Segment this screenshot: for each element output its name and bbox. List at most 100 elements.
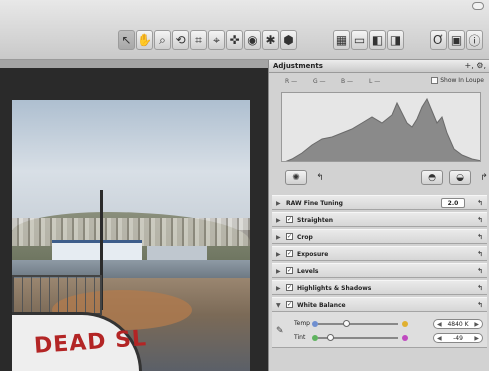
brick-label: White Balance xyxy=(297,302,346,309)
increment-arrow-icon[interactable]: ▶ xyxy=(474,320,479,329)
browser-icon[interactable]: ▣ xyxy=(448,30,465,50)
temp-slider-knob[interactable] xyxy=(343,320,350,327)
warm-dot-icon xyxy=(402,321,408,327)
straighten-icon[interactable]: ⌖ xyxy=(208,30,225,50)
brick-straighten[interactable]: ▶ ✓ Straighten ↰ xyxy=(272,212,487,227)
brick-white-balance[interactable]: ▼ ✓ White Balance ↰ xyxy=(272,297,487,312)
decrement-arrow-icon[interactable]: ◀ xyxy=(437,334,442,343)
eyedropper-icon[interactable]: ✎ xyxy=(276,325,284,336)
tool-group-edit: ↖ ✋ ⌕ ⟲ ⌗ ⌖ ✜ ◉ ✱ ⬢ xyxy=(118,30,297,52)
photo-fence xyxy=(12,275,102,315)
view-dual-icon[interactable]: ◨ xyxy=(387,30,404,50)
inspector-title: Adjustments xyxy=(273,62,323,70)
brick-reset-icon[interactable]: ↰ xyxy=(477,301,483,309)
brick-highlights-shadows[interactable]: ▶ ✓ Highlights & Shadows ↰ xyxy=(272,280,487,295)
show-in-loupe-checkbox[interactable] xyxy=(431,77,439,84)
photo-sky xyxy=(12,100,250,230)
histogram-graph xyxy=(285,97,480,161)
brick-reset-icon[interactable]: ↰ xyxy=(477,250,483,258)
lift-icon[interactable]: ⬢ xyxy=(280,30,297,50)
temp-slider[interactable] xyxy=(318,320,398,327)
histogram xyxy=(281,92,481,162)
channel-l: L — xyxy=(369,78,381,85)
brick-checkbox[interactable]: ✓ xyxy=(286,284,293,291)
view-filmstrip-icon[interactable]: ▭ xyxy=(351,30,368,50)
brick-label: Highlights & Shadows xyxy=(297,285,372,292)
crop-icon[interactable]: ⌗ xyxy=(190,30,207,50)
brick-checkbox[interactable]: ✓ xyxy=(286,250,293,257)
disclosure-triangle-icon[interactable]: ▶ xyxy=(276,217,281,224)
red-eye-icon[interactable]: ◉ xyxy=(244,30,261,50)
brick-checkbox[interactable]: ✓ xyxy=(286,233,293,240)
brick-label: RAW Fine Tuning xyxy=(286,200,343,207)
tint-label: Tint xyxy=(294,334,306,341)
reset-icon[interactable]: ↰ xyxy=(309,170,331,185)
tint-slider[interactable] xyxy=(318,334,398,341)
spot-patch-icon[interactable]: ✱ xyxy=(262,30,279,50)
brick-checkbox[interactable]: ✓ xyxy=(286,301,293,308)
white-balance-controls: ✎ Temp ◀ 4840 K ▶ Tint ◀ -49 ▶ xyxy=(272,312,487,348)
inspector-header: Adjustments +, ⚙, xyxy=(269,60,489,73)
zoom-glass-icon[interactable]: ⌕ xyxy=(154,30,171,50)
pan-hand-icon[interactable]: ✋ xyxy=(136,30,153,50)
tint-value: -49 xyxy=(453,335,463,342)
view-grid-icon[interactable]: ▦ xyxy=(333,30,350,50)
temp-value-field[interactable]: ◀ 4840 K ▶ xyxy=(433,319,483,329)
raw-version-select[interactable]: 2.0 xyxy=(441,198,465,208)
toolbar: ↖ ✋ ⌕ ⟲ ⌗ ⌖ ✜ ◉ ✱ ⬢ ▦ ▭ ◧ ◨ Ơ ▣ ⓘ xyxy=(0,0,489,60)
brick-reset-icon[interactable]: ↰ xyxy=(477,267,483,275)
image-viewer[interactable]: DEAD SL xyxy=(0,60,268,371)
brick-levels[interactable]: ▶ ✓ Levels ↰ xyxy=(272,263,487,278)
disclosure-triangle-icon[interactable]: ▶ xyxy=(276,268,281,275)
quick-buttons: ✺ ↰ ◓ ◒ ↱ xyxy=(269,168,489,188)
preset-icon[interactable]: ◓ xyxy=(421,170,443,185)
disclosure-triangle-icon[interactable]: ▼ xyxy=(276,302,281,309)
brick-reset-icon[interactable]: ↰ xyxy=(477,199,483,207)
temp-label: Temp xyxy=(294,320,310,327)
brick-raw-fine-tuning[interactable]: ▶ RAW Fine Tuning 2.0 ↰ xyxy=(272,195,487,210)
brick-label: Exposure xyxy=(297,251,329,258)
brick-checkbox[interactable]: ✓ xyxy=(286,267,293,274)
brick-exposure[interactable]: ▶ ✓ Exposure ↰ xyxy=(272,246,487,261)
tint-slider-knob[interactable] xyxy=(327,334,334,341)
rotate-icon[interactable]: ⟲ xyxy=(172,30,189,50)
brick-checkbox[interactable]: ✓ xyxy=(286,216,293,223)
tint-value-field[interactable]: ◀ -49 ▶ xyxy=(433,333,483,343)
view-single-icon[interactable]: ◧ xyxy=(369,30,386,50)
effects-icon[interactable]: ◒ xyxy=(449,170,471,185)
tool-group-view: ▦ ▭ ◧ ◨ xyxy=(333,30,404,52)
tint-row: Tint ◀ -49 ▶ xyxy=(290,332,485,344)
adjustments-inspector: Adjustments +, ⚙, R — G — B — L — Show I… xyxy=(268,60,489,371)
redo-icon[interactable]: ↱ xyxy=(473,170,489,185)
temp-row: Temp ◀ 4840 K ▶ xyxy=(290,318,485,330)
photo-building xyxy=(52,240,142,262)
channel-b: B — xyxy=(341,78,354,85)
select-arrow-icon[interactable]: ↖ xyxy=(118,30,135,50)
disclosure-triangle-icon[interactable]: ▶ xyxy=(276,285,281,292)
brick-label: Levels xyxy=(297,268,319,275)
photo[interactable]: DEAD SL xyxy=(12,100,250,371)
inspector-actions-menu[interactable]: +, ⚙, xyxy=(464,61,486,70)
decrement-arrow-icon[interactable]: ◀ xyxy=(437,320,442,329)
tool-group-misc: Ơ ▣ ⓘ xyxy=(430,30,483,52)
magenta-dot-icon xyxy=(402,335,408,341)
brick-reset-icon[interactable]: ↰ xyxy=(477,284,483,292)
increment-arrow-icon[interactable]: ▶ xyxy=(474,334,479,343)
info-icon[interactable]: ⓘ xyxy=(466,30,483,50)
disclosure-triangle-icon[interactable]: ▶ xyxy=(276,200,281,207)
brick-reset-icon[interactable]: ↰ xyxy=(477,216,483,224)
temp-value: 4840 K xyxy=(447,321,469,328)
lift-stamp-icon[interactable]: ✜ xyxy=(226,30,243,50)
channel-r: R — xyxy=(285,78,298,85)
show-in-loupe-toggle[interactable]: Show In Loupe xyxy=(431,77,484,84)
show-in-loupe-label: Show In Loupe xyxy=(440,77,484,84)
loupe-icon[interactable]: Ơ xyxy=(430,30,447,50)
brick-label: Crop xyxy=(297,234,313,241)
brick-reset-icon[interactable]: ↰ xyxy=(477,233,483,241)
auto-enhance-icon[interactable]: ✺ xyxy=(285,170,307,185)
brick-label: Straighten xyxy=(297,217,334,224)
disclosure-triangle-icon[interactable]: ▶ xyxy=(276,234,281,241)
toolbar-toggle-icon[interactable] xyxy=(472,2,484,10)
brick-crop[interactable]: ▶ ✓ Crop ↰ xyxy=(272,229,487,244)
disclosure-triangle-icon[interactable]: ▶ xyxy=(276,251,281,258)
